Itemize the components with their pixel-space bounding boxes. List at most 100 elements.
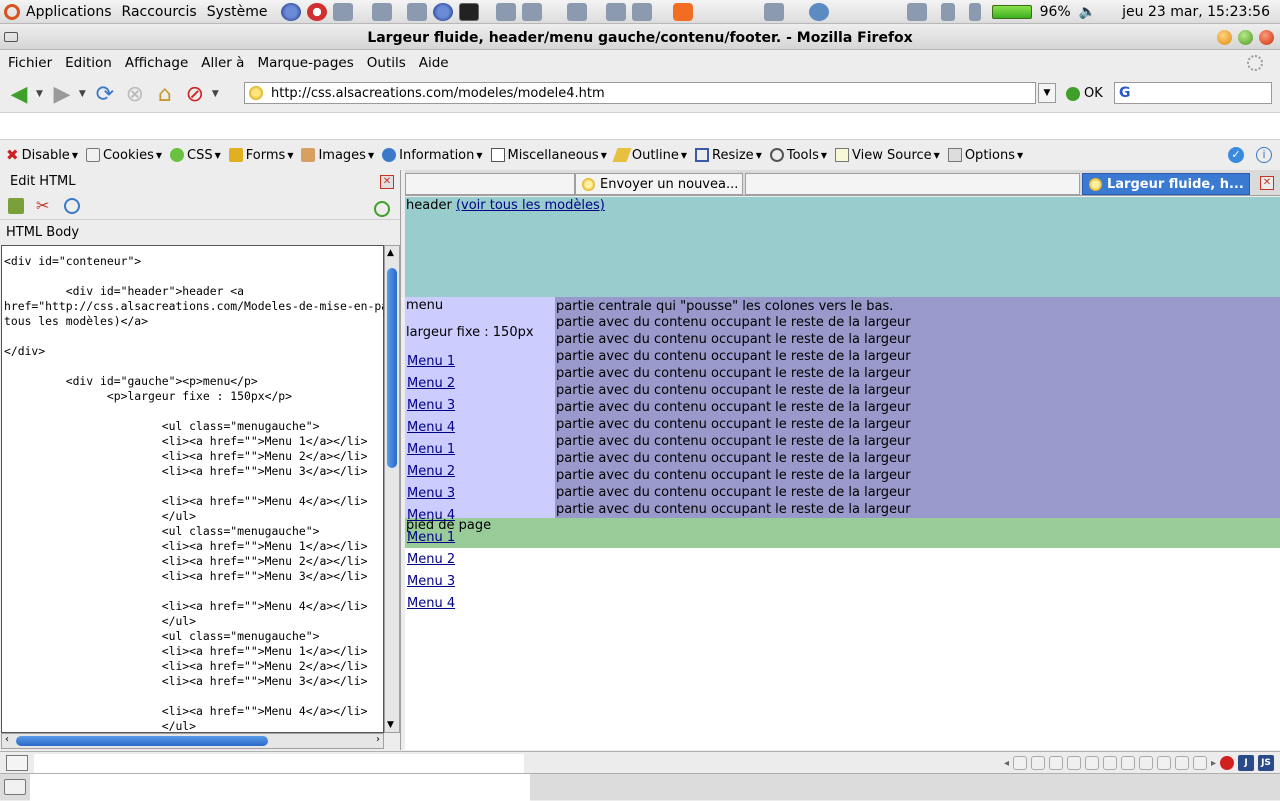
applications-menu[interactable]: Applications (26, 4, 112, 20)
menu-link[interactable]: Menu 3 (407, 486, 455, 501)
scroll-left-icon[interactable]: ‹ (5, 734, 9, 745)
messenger-launcher-icon[interactable] (808, 2, 829, 21)
skype-launcher-icon[interactable] (672, 2, 693, 21)
dev-options-menu[interactable]: Options ▼ (947, 148, 1023, 163)
notes-icon[interactable] (906, 2, 927, 21)
vertical-scroll-thumb[interactable] (387, 268, 397, 468)
google-search-icon[interactable]: G (1119, 85, 1131, 101)
menu-tools[interactable]: Outils (367, 55, 406, 71)
javascript-status-icon[interactable]: JS (1258, 755, 1274, 771)
home-button[interactable]: ⌂ (152, 81, 178, 107)
validation-check-icon[interactable]: ✓ (1228, 147, 1244, 163)
media-prev-icon[interactable] (1030, 756, 1045, 770)
refresh-icon[interactable] (64, 197, 80, 214)
go-button[interactable]: OK (1066, 86, 1103, 101)
terminal-launcher-icon[interactable] (458, 2, 479, 21)
status-edit-icon[interactable] (6, 754, 28, 771)
menu-link[interactable]: Menu 1 (407, 442, 455, 457)
help-launcher-icon[interactable] (306, 2, 327, 21)
battery-icon[interactable] (991, 4, 1032, 19)
tab-2[interactable]: Envoyer un nouvea... (575, 173, 743, 195)
gimp-launcher-icon[interactable] (406, 2, 427, 21)
camera-launcher-icon[interactable] (371, 2, 392, 21)
power-plug-icon[interactable] (968, 2, 981, 21)
menu-link[interactable]: Menu 2 (407, 552, 455, 567)
user-icon[interactable] (940, 2, 955, 21)
screen-launcher-icon[interactable] (763, 2, 784, 21)
tab-1[interactable] (405, 173, 575, 195)
media-down-icon[interactable] (1174, 756, 1189, 770)
dev-css-menu[interactable]: CSS ▼ (170, 148, 221, 163)
menu-link[interactable]: Menu 3 (407, 574, 455, 589)
all-models-link[interactable]: (voir tous les modèles) (456, 198, 605, 213)
code-horizontal-scrollbar[interactable]: ‹ › (1, 733, 384, 749)
forward-history-dropdown-icon[interactable]: ▼ (79, 89, 86, 99)
mail-launcher-icon[interactable] (631, 2, 652, 21)
url-history-dropdown-icon[interactable]: ▼ (1038, 83, 1056, 103)
dev-outline-menu[interactable]: Outline ▼ (612, 148, 687, 163)
window-titlebar[interactable]: Largeur fluide, header/menu gauche/conte… (0, 26, 1280, 50)
menu-link[interactable]: Menu 4 (407, 508, 455, 523)
url-text[interactable]: http://css.alsacreations.com/modeles/mod… (271, 86, 605, 101)
scroll-right-icon[interactable]: › (376, 734, 380, 745)
tab-active[interactable]: Largeur fluide, h... (1082, 173, 1250, 195)
menu-link[interactable]: Menu 2 (407, 376, 455, 391)
network-launcher-icon[interactable] (332, 2, 353, 21)
horizontal-scroll-thumb[interactable] (16, 736, 268, 746)
media-launcher-icon[interactable] (495, 2, 516, 21)
scroll-down-icon[interactable]: ▼ (387, 720, 394, 730)
media-stop-icon[interactable] (1084, 756, 1099, 770)
maximize-button[interactable] (1238, 30, 1253, 45)
dev-tools-menu[interactable]: Tools ▼ (769, 148, 827, 163)
minimize-button[interactable] (1217, 30, 1232, 45)
menu-help[interactable]: Aide (419, 55, 449, 71)
volume-icon[interactable]: 🔈 (1079, 4, 1096, 20)
status-arrow-left-icon[interactable]: ◂ (1004, 758, 1009, 769)
close-window-button[interactable] (1259, 30, 1274, 45)
search-input[interactable]: G (1114, 82, 1272, 104)
menu-go[interactable]: Aller à (201, 55, 244, 71)
forward-button[interactable]: ▶ (49, 81, 75, 107)
help-info-icon[interactable]: i (1256, 147, 1272, 163)
shortcuts-menu[interactable]: Raccourcis (122, 4, 197, 20)
code-vertical-scrollbar[interactable]: ▲ ▼ (384, 245, 400, 733)
media-shuffle-icon[interactable] (1138, 756, 1153, 770)
firefox-launcher-icon[interactable] (280, 2, 301, 21)
disk-launcher-icon[interactable] (605, 2, 626, 21)
url-bar[interactable]: http://css.alsacreations.com/modeles/mod… (244, 82, 1036, 104)
tab-3[interactable] (745, 173, 1080, 195)
status-addon-icon[interactable] (1012, 756, 1027, 770)
media-repeat-icon[interactable] (1120, 756, 1135, 770)
dev-images-menu[interactable]: Images ▼ (301, 148, 374, 163)
clock[interactable]: jeu 23 mar, 15:23:56 (1122, 4, 1270, 20)
reload-button[interactable]: ⟳ (92, 81, 118, 107)
adblock-status-icon[interactable] (1220, 756, 1234, 770)
menu-link[interactable]: Menu 2 (407, 464, 455, 479)
scroll-up-icon[interactable]: ▲ (387, 248, 394, 258)
media-next-icon[interactable] (1102, 756, 1117, 770)
system-menu[interactable]: Système (207, 4, 268, 20)
media-pause-icon[interactable] (1066, 756, 1081, 770)
ubuntu-logo-icon[interactable] (4, 3, 20, 20)
dev-disable-menu[interactable]: ✖ Disable ▼ (6, 148, 78, 163)
menu-link[interactable]: Menu 1 (407, 354, 455, 369)
dev-resize-menu[interactable]: Resize ▼ (695, 148, 762, 163)
menu-view[interactable]: Affichage (125, 55, 188, 71)
status-arrow-right-icon[interactable]: ▸ (1211, 758, 1216, 769)
close-tab-button[interactable]: ✕ (1260, 176, 1274, 190)
dev-view-source-menu[interactable]: View Source ▼ (835, 148, 940, 163)
media-volume-icon[interactable] (1192, 756, 1207, 770)
menu-link[interactable]: Menu 4 (407, 420, 455, 435)
browser-launcher-icon[interactable] (432, 2, 453, 21)
menu-edit[interactable]: Edition (65, 55, 112, 71)
media-up-icon[interactable] (1156, 756, 1171, 770)
stop-button[interactable]: ⊗ (122, 81, 148, 107)
dev-forms-menu[interactable]: Forms ▼ (228, 148, 293, 163)
menu-bookmarks[interactable]: Marque-pages (257, 55, 353, 71)
dev-information-menu[interactable]: Information ▼ (382, 148, 483, 163)
cut-icon[interactable]: ✂ (36, 197, 52, 214)
run-icon[interactable] (374, 201, 390, 217)
menu-link[interactable]: Menu 4 (407, 596, 455, 611)
html-code-editor[interactable]: <div id="conteneur"> <div id="header">he… (1, 245, 384, 733)
close-edit-panel-button[interactable]: ✕ (380, 175, 394, 189)
